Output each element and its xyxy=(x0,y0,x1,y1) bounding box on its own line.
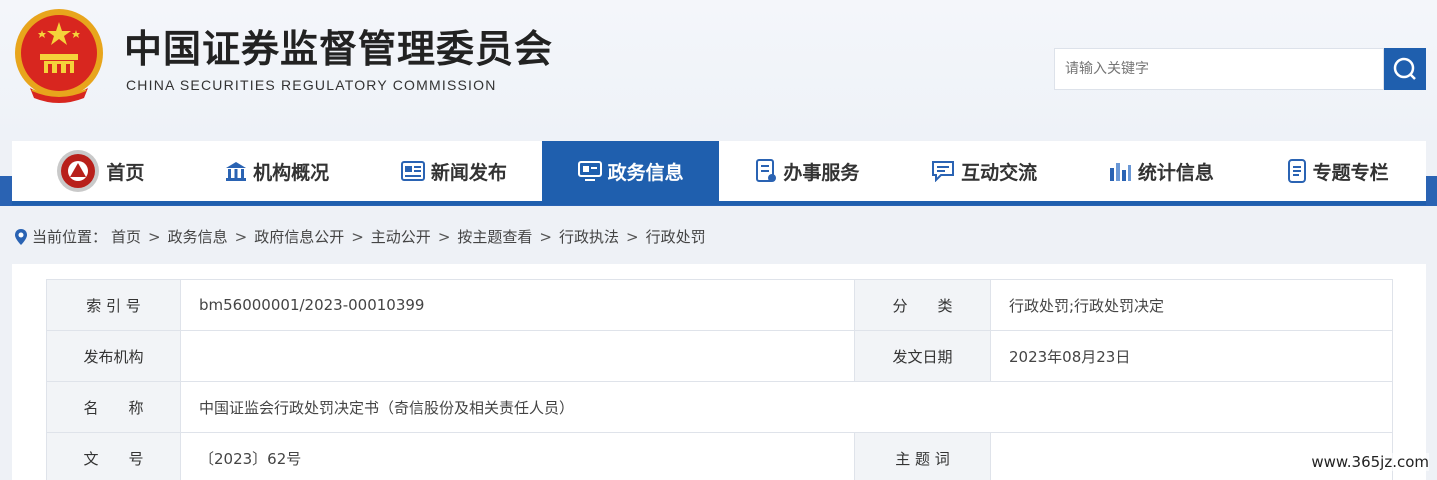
main-nav: 首页 机构概况 新闻发布 政务信息 办事服务 互动交流 统计信息 专题专栏 xyxy=(12,141,1426,205)
nav-label: 专题专栏 xyxy=(1312,161,1389,184)
nav-item-services[interactable]: 办事服务 xyxy=(719,141,896,201)
nav-item-government-info[interactable]: 政务信息 xyxy=(542,141,719,201)
nav-label: 首页 xyxy=(106,161,145,184)
publisher-label: 发布机构 xyxy=(46,330,181,382)
document-name-value: 中国证监会行政处罚决定书（奇信股份及相关责任人员） xyxy=(180,381,1393,433)
breadcrumb-prefix: 当前位置： xyxy=(32,228,108,246)
nav-label: 办事服务 xyxy=(783,161,860,184)
nav-item-special-column[interactable]: 专题专栏 xyxy=(1249,141,1426,201)
breadcrumb-separator: > xyxy=(148,227,161,246)
breadcrumb-item-by-topic[interactable]: 按主题查看 xyxy=(457,226,532,247)
column-icon xyxy=(1287,159,1307,183)
breadcrumb-separator: > xyxy=(539,227,552,246)
nav-label: 机构概况 xyxy=(253,161,330,184)
chat-icon xyxy=(931,160,955,182)
site-title-en: CHINA SECURITIES REGULATORY COMMISSION xyxy=(126,77,497,93)
issue-date-value: 2023年08月23日 xyxy=(990,330,1393,382)
breadcrumb-item-penalty[interactable]: 行政处罚 xyxy=(646,226,706,247)
index-number-label: 索 引 号 xyxy=(46,279,181,331)
nav-label: 新闻发布 xyxy=(430,161,507,184)
breadcrumb-item-home[interactable]: 首页 xyxy=(111,226,141,247)
nav-item-about[interactable]: 机构概况 xyxy=(189,141,366,201)
nav-item-interaction[interactable]: 互动交流 xyxy=(896,141,1073,201)
document-number-value: 〔2023〕62号 xyxy=(180,432,855,480)
location-pin-icon xyxy=(15,228,27,245)
category-label: 分 类 xyxy=(854,279,991,331)
document-meta-table: 索 引 号 bm56000001/2023-00010399 分 类 行政处罚;… xyxy=(46,279,1393,480)
bar-chart-icon xyxy=(1108,160,1132,182)
site-title-cn: 中国证券监督管理委员会 xyxy=(124,27,554,71)
index-number-value: bm56000001/2023-00010399 xyxy=(180,279,855,331)
document-service-icon xyxy=(755,159,777,183)
nav-label: 政务信息 xyxy=(607,161,684,184)
nav-item-home[interactable]: 首页 xyxy=(12,141,189,201)
breadcrumb-separator: > xyxy=(234,227,248,246)
breadcrumb: 当前位置： 首页 > 政务信息 > 政府信息公开 > 主动公开 > 按主题查看 … xyxy=(14,226,706,247)
search-button[interactable] xyxy=(1384,48,1426,90)
table-row: 索 引 号 bm56000001/2023-00010399 分 类 行政处罚;… xyxy=(46,279,1393,331)
breadcrumb-item-government-info[interactable]: 政务信息 xyxy=(168,226,228,247)
table-row: 名 称 中国证监会行政处罚决定书（奇信股份及相关责任人员） xyxy=(46,381,1393,433)
news-icon xyxy=(400,160,425,182)
breadcrumb-item-enforcement[interactable]: 行政执法 xyxy=(559,226,619,247)
keywords-label: 主 题 词 xyxy=(854,432,991,480)
nav-label: 统计信息 xyxy=(1137,161,1214,184)
monitor-icon xyxy=(577,160,602,182)
table-row: 文 号 〔2023〕62号 主 题 词 xyxy=(46,432,1393,480)
site-header: 中国证券监督管理委员会 CHINA SECURITIES REGULATORY … xyxy=(0,0,1437,140)
category-value: 行政处罚;行政处罚决定 xyxy=(990,279,1393,331)
watermark: www.365jz.com xyxy=(1311,453,1429,471)
breadcrumb-separator: > xyxy=(437,227,451,246)
nav-label: 互动交流 xyxy=(961,161,1038,184)
breadcrumb-item-info-disclosure[interactable]: 政府信息公开 xyxy=(254,226,344,247)
national-emblem-icon xyxy=(15,9,103,103)
search-input[interactable] xyxy=(1054,48,1384,90)
breadcrumb-separator: > xyxy=(351,227,364,246)
nav-item-news[interactable]: 新闻发布 xyxy=(366,141,543,201)
home-emblem-icon xyxy=(56,149,100,193)
breadcrumb-separator: > xyxy=(626,227,639,246)
document-number-label: 文 号 xyxy=(46,432,181,480)
document-name-label: 名 称 xyxy=(46,381,181,433)
publisher-value xyxy=(180,330,855,382)
building-icon xyxy=(225,160,247,182)
nav-item-statistics[interactable]: 统计信息 xyxy=(1073,141,1250,201)
search-icon xyxy=(1393,57,1416,80)
table-row: 发布机构 发文日期 2023年08月23日 xyxy=(46,330,1393,382)
breadcrumb-item-active-disclosure[interactable]: 主动公开 xyxy=(371,226,431,247)
issue-date-label: 发文日期 xyxy=(854,330,991,382)
